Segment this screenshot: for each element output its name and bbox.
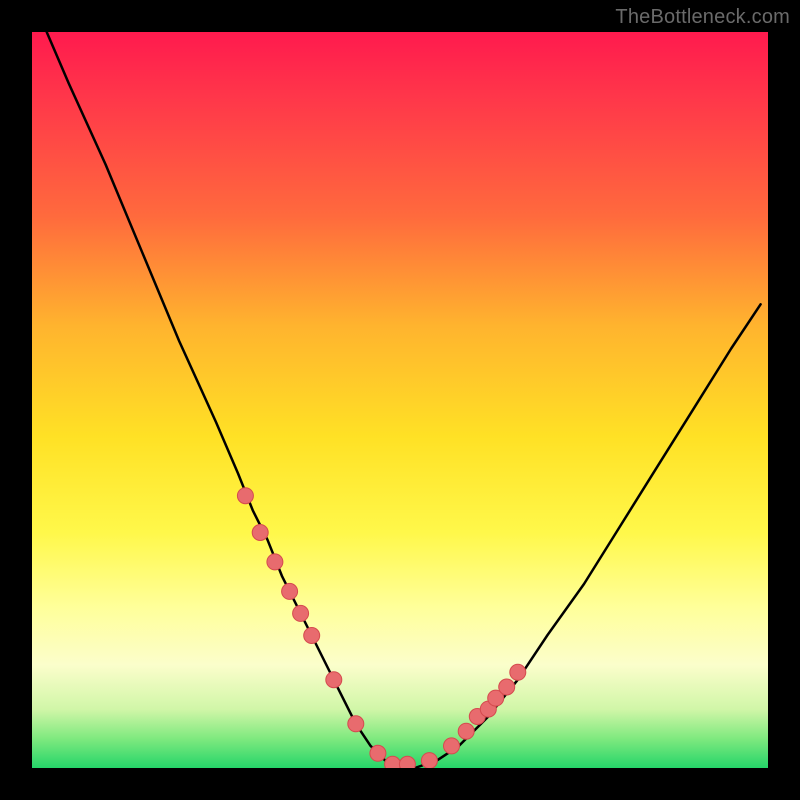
chart-frame	[0, 0, 800, 800]
watermark-text: TheBottleneck.com	[615, 6, 790, 29]
gradient-background	[32, 32, 768, 768]
